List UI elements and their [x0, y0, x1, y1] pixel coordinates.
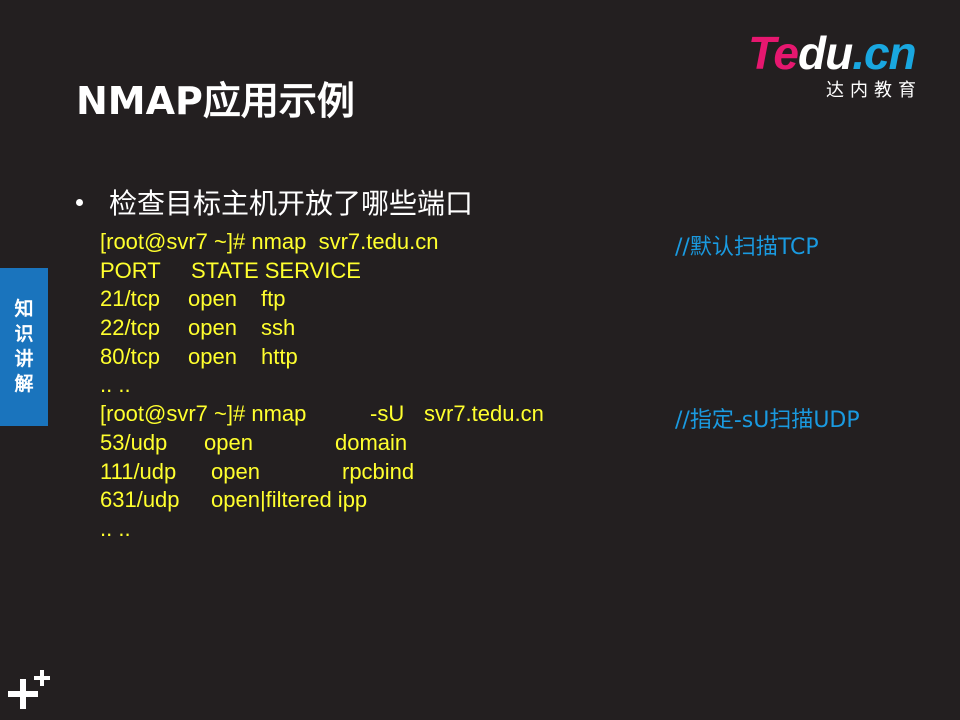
tedu-logo: Tedu.cn 达内教育: [748, 27, 938, 101]
code-line: 80/tcp open http: [100, 343, 298, 372]
code-line: .. ..: [100, 515, 137, 544]
code-line: 22/tcp open ssh: [100, 314, 295, 343]
bullet-item: 检查目标主机开放了哪些端口: [76, 182, 473, 222]
side-tab-char: 知: [14, 298, 34, 320]
code-segment: 22/tcp: [100, 315, 160, 341]
logo-word-part1: Te: [748, 27, 799, 79]
code-segment: [root@svr7 ~]# nmap svr7.tedu.cn: [100, 229, 439, 254]
logo-wordmark: Tedu.cn: [748, 27, 917, 79]
code-segment: [root@svr7 ~]# nmap: [100, 401, 307, 427]
code-line: 631/udp open|filtered ipp: [100, 486, 367, 515]
code-line: [root@svr7 ~]# nmap svr7.tedu.cn: [100, 228, 438, 257]
code-line: [root@svr7 ~]# nmap -sU svr7.tedu.cn: [100, 400, 544, 429]
code-segment: rpcbind: [342, 458, 415, 484]
code-segment: open: [211, 458, 260, 484]
logo-word-part3: .cn: [852, 27, 916, 79]
logo-word-part2: du: [797, 27, 853, 79]
code-segment: -sU: [370, 401, 405, 427]
code-block: [root@svr7 ~]# nmap svr7.tedu.cn PORT ST…: [100, 228, 544, 544]
comment-udp: //指定-sU扫描UDP: [675, 408, 860, 433]
code-segment: 53/udp: [100, 429, 168, 455]
bullet-dot-icon: [76, 198, 83, 206]
bullet-text: 检查目标主机开放了哪些端口: [109, 187, 474, 220]
slide-title: NMAP应用示例: [76, 79, 355, 123]
code-segment: 111/udp: [100, 458, 177, 484]
code-segment: http: [261, 343, 298, 369]
code-segment: open: [204, 429, 253, 455]
code-segment: svr7.tedu.cn: [424, 401, 544, 427]
code-segment: ftp: [261, 286, 286, 312]
code-segment: 631/udp: [100, 487, 180, 513]
side-tab-char: 解: [14, 373, 34, 395]
code-segment: open: [188, 315, 237, 341]
side-tab: 知 识 讲 解: [0, 268, 48, 426]
code-line: 111/udp open rpcbind: [100, 458, 414, 487]
side-tab-char: 识: [14, 323, 34, 345]
code-segment: ssh: [261, 315, 296, 341]
code-segment: open: [188, 286, 237, 312]
slide: Tedu.cn 达内教育 NMAP应用示例 知 识 讲 解 检查目标主机开放了哪…: [0, 0, 960, 720]
logo-subtitle: 达内教育: [826, 80, 922, 101]
code-segment: open|filtered ipp: [211, 487, 368, 513]
code-segment: STATE SERVICE: [191, 257, 361, 283]
code-line: .. ..: [100, 371, 137, 400]
code-segment: 21/tcp: [100, 286, 160, 312]
code-segment: domain: [335, 429, 408, 455]
comment-tcp: //默认扫描TCP: [675, 235, 819, 260]
code-line: 21/tcp open ftp: [100, 285, 285, 314]
plus-plus-icon: [8, 670, 50, 709]
code-segment: .. ..: [100, 372, 131, 398]
code-segment: PORT: [100, 257, 161, 283]
code-line: PORT STATE SERVICE: [100, 257, 361, 286]
code-segment: open: [188, 343, 237, 369]
code-line: 53/udp open domain: [100, 429, 407, 458]
side-tab-char: 讲: [14, 348, 34, 370]
code-segment: .. ..: [100, 515, 131, 541]
code-segment: 80/tcp: [100, 343, 160, 369]
